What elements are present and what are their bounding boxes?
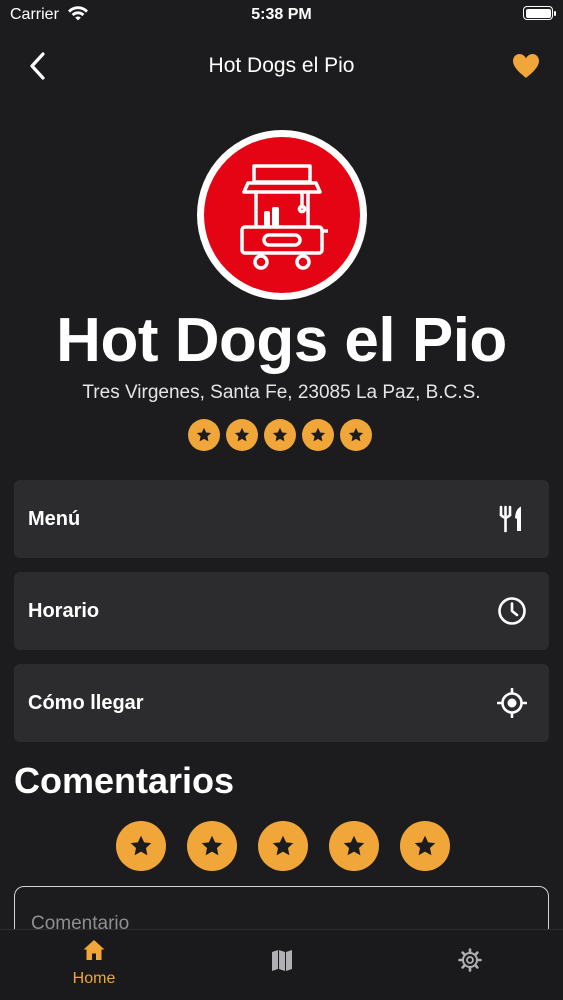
star-icon[interactable]	[116, 821, 166, 871]
navigation-bar: Hot Dogs el Pio	[0, 36, 563, 96]
favorite-button[interactable]	[511, 52, 541, 80]
star-icon[interactable]	[329, 821, 379, 871]
star-icon	[264, 419, 296, 451]
tab-settings[interactable]	[376, 930, 563, 1000]
map-icon	[272, 950, 292, 971]
fork-knife-icon	[499, 505, 521, 533]
star-icon	[188, 419, 220, 451]
location-target-icon	[497, 688, 527, 718]
menu-label: Menú	[28, 508, 81, 530]
hot-dog-cart-icon	[204, 137, 360, 293]
directions-label: Cómo llegar	[28, 692, 144, 714]
hours-label: Horario	[28, 600, 100, 622]
star-icon	[302, 419, 334, 451]
status-bar: Carrier 5:38 PM	[0, 0, 563, 30]
clock-icon	[498, 597, 526, 625]
home-icon	[83, 940, 105, 960]
gear-icon	[458, 948, 482, 972]
directions-row[interactable]: Cómo llegar	[14, 664, 549, 742]
comments-title: Comentarios	[14, 760, 235, 801]
place-name: Hot Dogs el Pio	[56, 306, 507, 375]
star-icon[interactable]	[187, 821, 237, 871]
star-icon[interactable]	[258, 821, 308, 871]
restaurant-logo	[197, 130, 367, 300]
tab-bar: Home	[0, 929, 563, 1000]
status-time: 5:38 PM	[251, 6, 312, 23]
tab-home[interactable]: Home	[0, 930, 188, 1000]
star-icon[interactable]	[400, 821, 450, 871]
place-address: Tres Virgenes, Santa Fe, 23085 La Paz, B…	[82, 382, 481, 403]
hours-row[interactable]: Horario	[14, 572, 549, 650]
star-icon	[226, 419, 258, 451]
tab-map[interactable]	[188, 930, 376, 1000]
tab-home-label: Home	[72, 970, 116, 987]
comment-rating[interactable]	[116, 821, 450, 871]
heart-icon	[513, 54, 539, 78]
place-rating	[188, 419, 372, 451]
menu-row[interactable]: Menú	[14, 480, 549, 558]
nav-title: Hot Dogs el Pio	[208, 54, 355, 77]
star-icon	[340, 419, 372, 451]
battery-icon	[523, 6, 556, 20]
